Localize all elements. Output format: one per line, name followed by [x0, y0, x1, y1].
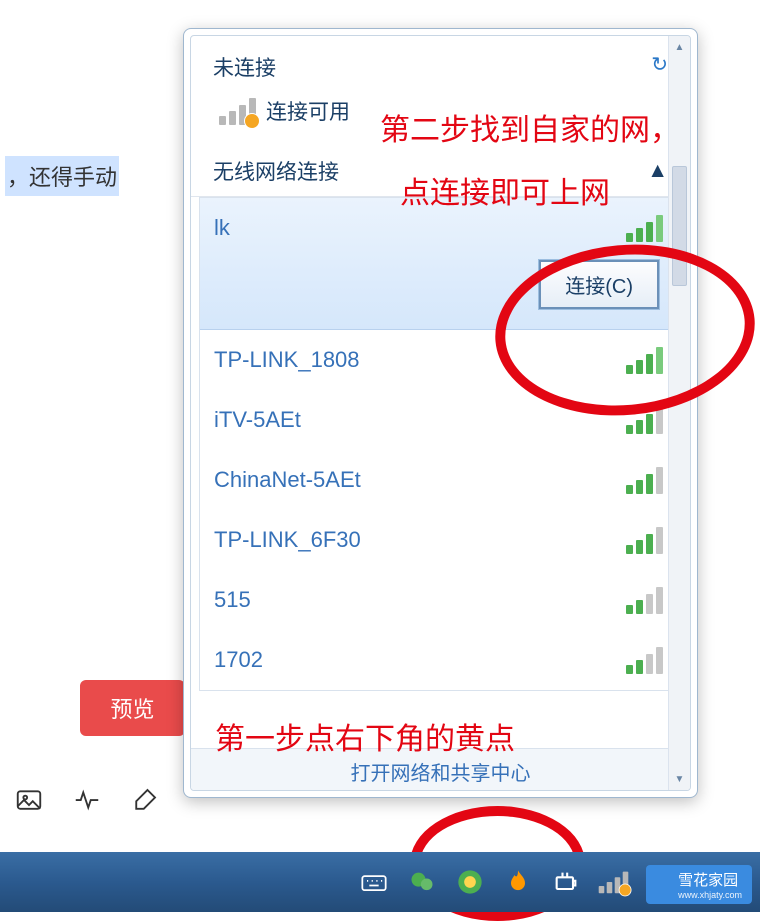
wireless-section-header[interactable]: 无线网络连接 ▲	[191, 142, 690, 197]
keyboard-icon[interactable]	[360, 868, 388, 896]
network-list: lk 连接(C) TP-LINK_1808 iTV-5AEt ChinaNet-5AEt…	[199, 197, 682, 691]
flame-icon[interactable]	[504, 868, 532, 896]
image-icon[interactable]	[14, 785, 44, 820]
signal-strength-icon	[626, 586, 663, 614]
network-tray-icon[interactable]	[600, 868, 628, 896]
signal-strength-icon	[626, 466, 663, 494]
signal-strength-icon	[626, 646, 663, 674]
wechat-icon[interactable]	[408, 868, 436, 896]
signal-strength-icon	[626, 526, 663, 554]
network-name: TP-LINK_6F30	[214, 527, 361, 553]
refresh-icon[interactable]: ↻	[651, 52, 668, 77]
brush-icon[interactable]	[130, 785, 160, 820]
battery-plug-icon[interactable]	[552, 868, 580, 896]
wireless-section-label: 无线网络连接	[213, 156, 339, 186]
network-item[interactable]: 1702	[200, 630, 681, 690]
preview-button[interactable]: 预览	[80, 680, 185, 736]
network-item[interactable]: TP-LINK_1808	[200, 330, 681, 390]
bg-toolbar-icons	[14, 785, 160, 820]
connect-button[interactable]: 连接(C)	[539, 260, 659, 309]
network-item[interactable]: 515	[200, 570, 681, 630]
wifi-flyout-inner: 未连接 ↻ 连接可用 无线网络连接 ▲ lk 连接(C) TP-LINK_1808i…	[190, 35, 691, 791]
network-name: lk	[214, 215, 230, 241]
signal-strength-icon	[626, 346, 663, 374]
preview-button-label: 预览	[110, 692, 154, 724]
network-center-footer: 打开网络和共享中心	[191, 748, 690, 790]
network-name: ChinaNet-5AEt	[214, 467, 361, 493]
heart-rate-icon[interactable]	[72, 785, 102, 820]
chevron-up-icon: ▲	[647, 159, 668, 183]
network-name: iTV-5AEt	[214, 407, 301, 433]
watermark-url: www.xhjaty.com	[678, 890, 742, 900]
watermark-badge: 雪花家园 www.xhjaty.com	[646, 865, 752, 904]
scroll-thumb[interactable]	[672, 166, 687, 286]
network-item[interactable]: TP-LINK_6F30	[200, 510, 681, 570]
connections-available-label: 连接可用	[266, 96, 350, 126]
network-item[interactable]: ChinaNet-5AEt	[200, 450, 681, 510]
network-name: 515	[214, 587, 251, 613]
connection-status: 未连接	[213, 52, 276, 82]
scrollbar[interactable]: ▲ ▼	[668, 36, 690, 790]
network-item[interactable]: lk 连接(C)	[200, 198, 681, 330]
snowflake-icon	[656, 876, 674, 894]
signal-strength-icon	[626, 406, 663, 434]
open-network-center-link[interactable]: 打开网络和共享中心	[351, 763, 531, 785]
signal-strength-icon	[626, 214, 663, 242]
network-item[interactable]: iTV-5AEt	[200, 390, 681, 450]
scroll-up-button[interactable]: ▲	[669, 36, 690, 58]
connections-available-row: 连接可用	[219, 96, 676, 126]
signal-warn-icon	[219, 97, 256, 125]
wifi-flyout: 未连接 ↻ 连接可用 无线网络连接 ▲ lk 连接(C) TP-LINK_1808i…	[183, 28, 698, 798]
watermark-brand: 雪花家园	[678, 869, 742, 890]
network-name: TP-LINK_1808	[214, 347, 360, 373]
wifi-header: 未连接 ↻ 连接可用	[191, 36, 690, 130]
bg-highlighted-text: ，还得手动	[5, 156, 119, 196]
360-icon[interactable]	[456, 868, 484, 896]
network-name: 1702	[214, 647, 263, 673]
scroll-down-button[interactable]: ▼	[669, 768, 690, 790]
